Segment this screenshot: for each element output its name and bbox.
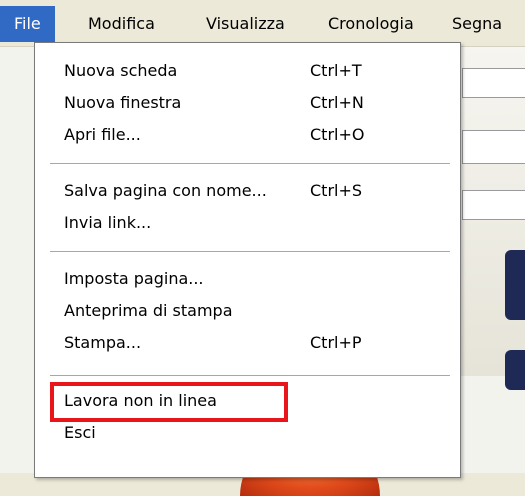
address-bar[interactable] <box>462 130 525 164</box>
menu-item-label: Anteprima di stampa <box>64 301 233 320</box>
menu-item-salva-pagina[interactable]: Salva pagina con nome... Ctrl+S <box>35 177 460 205</box>
menu-separator <box>50 251 450 252</box>
menu-item-label: Invia link... <box>64 213 152 232</box>
menu-item-shortcut: Ctrl+S <box>310 181 363 200</box>
menu-item-stampa[interactable]: Stampa... Ctrl+P <box>35 329 460 357</box>
page-logo-fragment <box>505 250 525 320</box>
menu-modifica[interactable]: Modifica <box>74 6 169 42</box>
menu-item-label: Apri file... <box>64 125 141 144</box>
menu-cronologia[interactable]: Cronologia <box>314 6 428 42</box>
menu-item-label: Nuova finestra <box>64 93 182 112</box>
menu-item-shortcut: Ctrl+N <box>310 93 364 112</box>
menu-item-label: Salva pagina con nome... <box>64 181 267 200</box>
file-dropdown-menu: Nuova scheda Ctrl+T Nuova finestra Ctrl+… <box>34 42 461 478</box>
background-field[interactable] <box>462 68 525 98</box>
menu-item-label: Nuova scheda <box>64 61 178 80</box>
menu-separator <box>50 163 450 164</box>
menu-item-label: Stampa... <box>64 333 142 352</box>
menu-item-shortcut: Ctrl+T <box>310 61 362 80</box>
menu-bar: File Modifica Visualizza Cronologia Segn… <box>0 0 525 47</box>
highlight-box <box>50 382 288 422</box>
menu-item-invia-link[interactable]: Invia link... <box>35 209 460 237</box>
menu-item-label: Imposta pagina... <box>64 269 204 288</box>
menu-separator <box>50 375 450 376</box>
menu-item-nuova-finestra[interactable]: Nuova finestra Ctrl+N <box>35 89 460 117</box>
menu-item-esci[interactable]: Esci <box>35 419 460 447</box>
menu-item-imposta-pagina[interactable]: Imposta pagina... <box>35 265 460 293</box>
menu-item-apri-file[interactable]: Apri file... Ctrl+O <box>35 121 460 149</box>
menu-item-nuova-scheda[interactable]: Nuova scheda Ctrl+T <box>35 57 460 85</box>
menu-segnalibri[interactable]: Segna <box>438 6 516 42</box>
menu-item-shortcut: Ctrl+O <box>310 125 365 144</box>
menu-visualizza[interactable]: Visualizza <box>192 6 299 42</box>
menu-item-label: Esci <box>64 423 96 442</box>
page-logo-fragment-2 <box>505 350 525 390</box>
menu-item-anteprima-stampa[interactable]: Anteprima di stampa <box>35 297 460 325</box>
menu-item-shortcut: Ctrl+P <box>310 333 362 352</box>
background-search-box[interactable] <box>462 190 525 220</box>
menu-file[interactable]: File <box>0 6 55 42</box>
